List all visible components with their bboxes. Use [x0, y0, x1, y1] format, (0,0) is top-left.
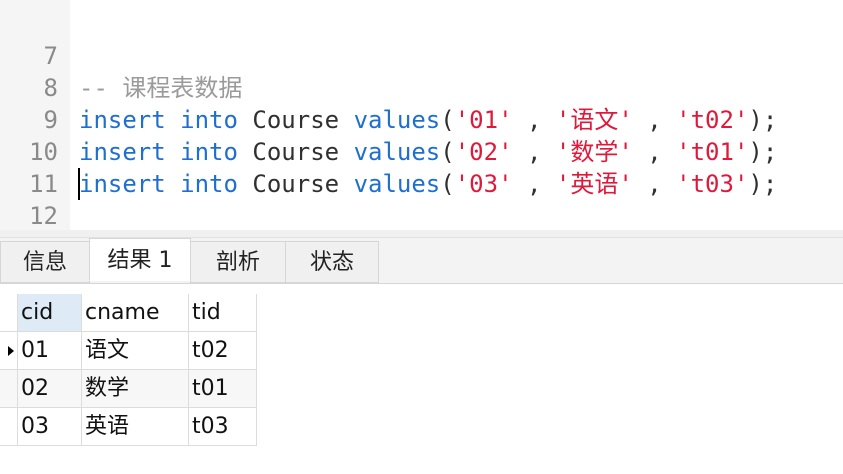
code-line: 7 -- 课程表数据: [0, 8, 843, 102]
row-selector[interactable]: [0, 408, 18, 446]
table-cell[interactable]: 01: [18, 332, 82, 370]
line-number: 12: [29, 202, 58, 230]
code-line: 12 select * from course: [0, 168, 843, 264]
table-cell[interactable]: 英语: [82, 408, 189, 446]
table-cell[interactable]: t02: [189, 332, 257, 370]
result-tabs: 信息 结果 1 剖析 状态: [0, 238, 843, 284]
table-cell[interactable]: 数学: [82, 370, 189, 408]
column-header-tid[interactable]: tid: [189, 294, 257, 332]
code-line: 9 insert into Course values('02' , '数学' …: [0, 72, 843, 166]
table-cell[interactable]: t03: [189, 408, 257, 446]
table-cell[interactable]: 语文: [82, 332, 189, 370]
tab-profile[interactable]: 剖析: [190, 241, 286, 283]
result-grid[interactable]: cid cname tid 01 语文 t02 02 数学 t01 03 英语 …: [0, 284, 843, 474]
current-row-arrow-icon: [8, 346, 14, 356]
code-line: 10 insert into Course values('03' , '英语'…: [0, 104, 843, 198]
tab-info[interactable]: 信息: [0, 241, 90, 283]
column-header-cname[interactable]: cname: [82, 294, 189, 332]
pane-splitter[interactable]: [0, 230, 843, 238]
table-cell[interactable]: 02: [18, 370, 82, 408]
tab-status[interactable]: 状态: [285, 241, 379, 283]
row-selector[interactable]: [0, 332, 18, 370]
table-cell[interactable]: 03: [18, 408, 82, 446]
sql-editor[interactable]: 7 -- 课程表数据 8 insert into Course values('…: [0, 0, 843, 264]
tab-result-1[interactable]: 结果 1: [89, 238, 191, 281]
code-line: 11: [0, 136, 843, 198]
row-header-corner: [0, 294, 18, 332]
table-cell[interactable]: t01: [189, 370, 257, 408]
text-caret: [78, 168, 80, 200]
code-line: 8 insert into Course values('01' , '语文' …: [0, 40, 843, 134]
column-header-cid[interactable]: cid: [18, 294, 82, 332]
row-selector[interactable]: [0, 370, 18, 408]
